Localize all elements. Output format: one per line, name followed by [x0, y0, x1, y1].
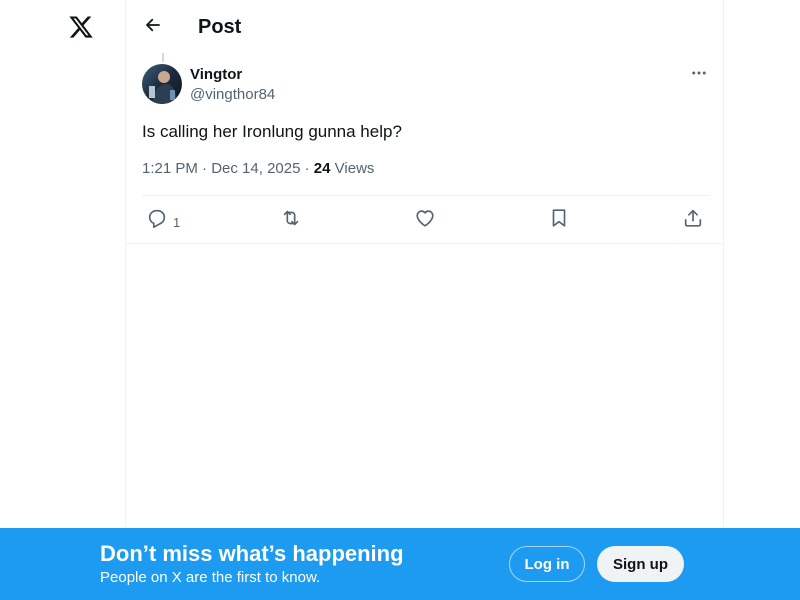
signup-button[interactable]: Sign up	[597, 546, 684, 582]
share-icon	[682, 207, 704, 234]
top-bar: Post	[126, 0, 724, 53]
signup-banner: Don’t miss what’s happening People on X …	[0, 528, 800, 600]
post-column: Post Vingtor @vingthor84 Is calling her …	[125, 0, 724, 600]
divider	[126, 243, 724, 244]
login-button[interactable]: Log in	[509, 546, 585, 582]
post-text: Is calling her Ironlung gunna help?	[142, 122, 402, 141]
views-count: 24	[313, 160, 331, 177]
reply-button[interactable]: 1	[146, 207, 180, 233]
views-label: Views	[334, 160, 375, 177]
arrow-left-icon	[144, 16, 162, 39]
reply-icon	[146, 207, 168, 234]
banner-subheading: People on X are the first to know.	[100, 569, 321, 586]
bookmark-icon	[548, 207, 570, 234]
author-handle[interactable]: @vingthor84	[190, 86, 275, 104]
thread-connector-line	[162, 53, 164, 62]
more-options-button[interactable]	[688, 64, 710, 86]
banner-heading: Don’t miss what’s happening	[100, 541, 404, 566]
meta-separator: ·	[300, 160, 314, 177]
bookmark-button[interactable]	[548, 207, 570, 233]
post-meta: 1:21 PM · Dec 14, 2025 · 24 Views	[142, 160, 374, 178]
x-logo-icon[interactable]	[66, 12, 96, 42]
author-display-name[interactable]: Vingtor	[190, 66, 242, 84]
meta-separator: ·	[197, 160, 212, 177]
like-button[interactable]	[414, 207, 436, 233]
back-button[interactable]	[140, 12, 166, 42]
page-title: Post	[198, 16, 242, 38]
avatar[interactable]	[142, 64, 182, 104]
more-dots-icon	[690, 64, 708, 87]
reply-count: 1	[173, 214, 181, 230]
post-date[interactable]: Dec 14, 2025	[211, 160, 300, 177]
repost-button[interactable]	[280, 207, 302, 233]
post-time[interactable]: 1:21 PM	[142, 160, 198, 177]
share-button[interactable]	[682, 207, 704, 233]
repost-icon	[280, 207, 302, 234]
heart-icon	[414, 207, 436, 234]
divider	[142, 195, 710, 196]
